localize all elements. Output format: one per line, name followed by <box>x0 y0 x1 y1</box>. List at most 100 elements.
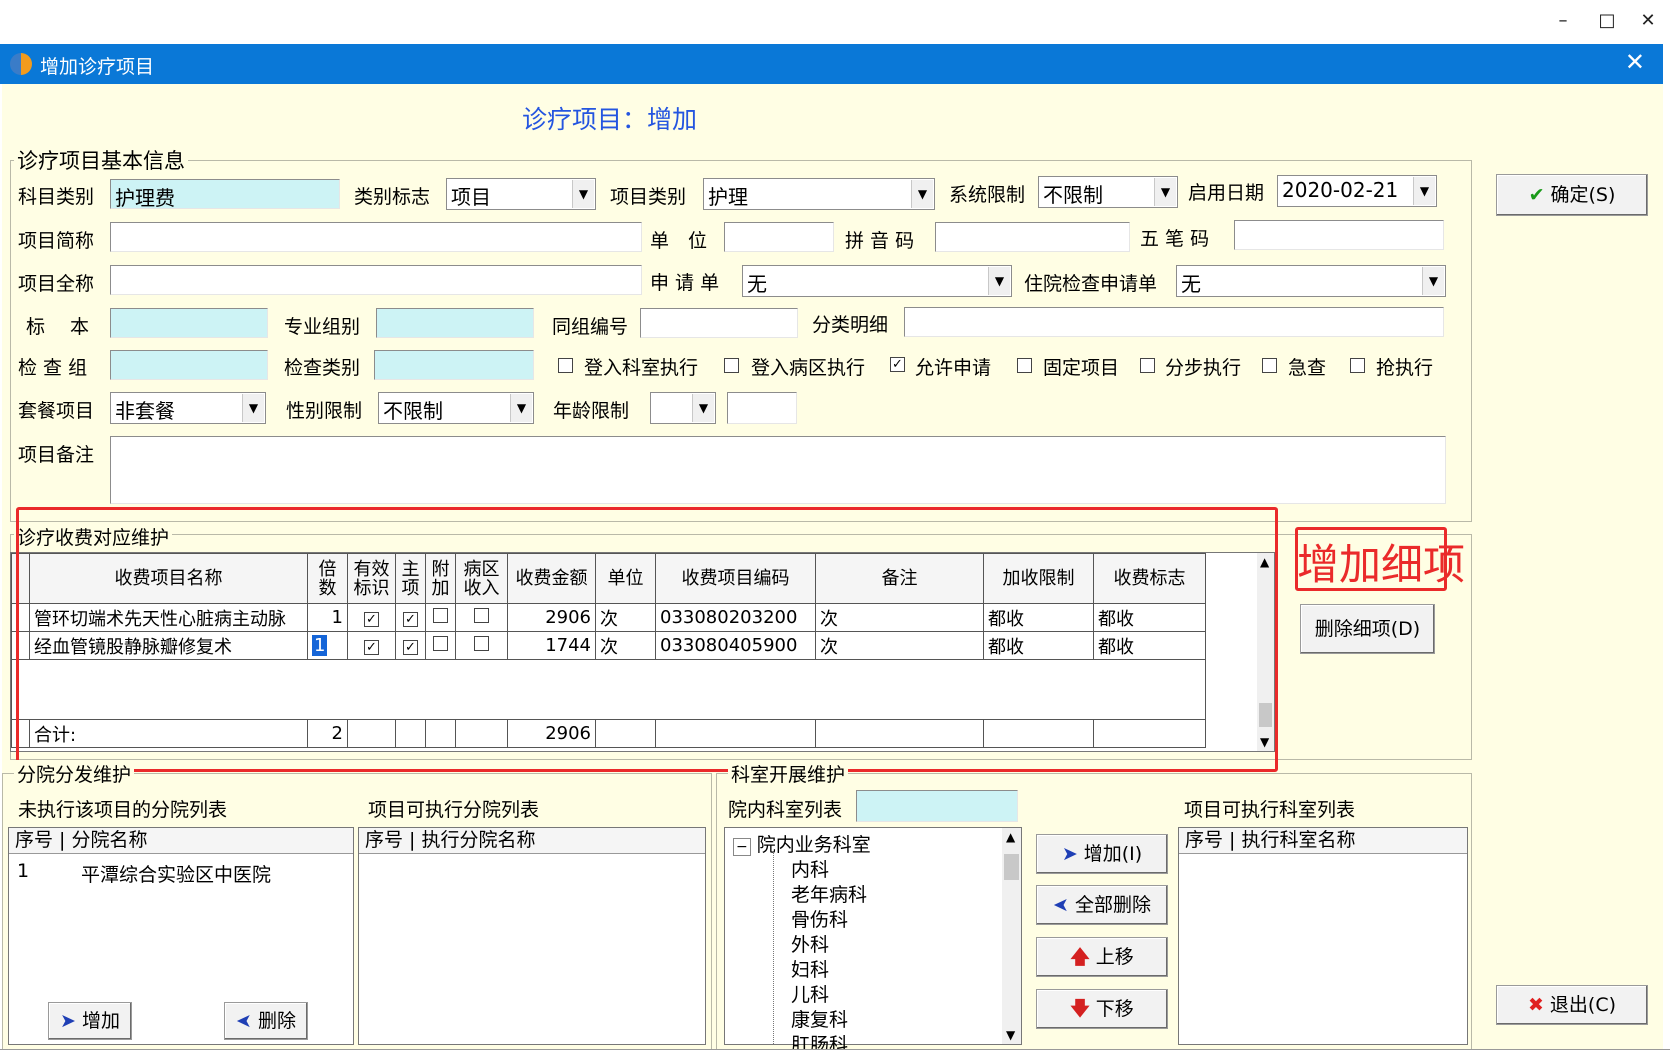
chevron-down-icon: ▼ <box>572 180 594 208</box>
specialty-group-field[interactable] <box>376 308 534 338</box>
chevron-down-icon: ▼ <box>988 267 1010 295</box>
arrow-left-icon: ➤ <box>236 1010 252 1032</box>
system-limit-select[interactable]: 不限制 ▼ <box>1038 176 1178 208</box>
age-limit-select[interactable]: ▼ <box>650 392 716 424</box>
branch-delete-button[interactable]: ➤ 删除 <box>224 1002 308 1040</box>
checkmark-icon: ✔ <box>1528 184 1545 206</box>
collapse-icon[interactable]: − <box>733 838 751 856</box>
dept-tree-scrollbar[interactable]: ▲ ▼ <box>1002 828 1021 1044</box>
list-header-name: 分院名称 <box>71 829 148 851</box>
list-item-name[interactable]: 平潭综合实验区中医院 <box>81 860 271 887</box>
age-limit-label: 年龄限制 <box>553 400 630 422</box>
list-header-name: 执行科室名称 <box>1241 829 1356 851</box>
chevron-down-icon: ▼ <box>1422 267 1444 295</box>
dept-search-input[interactable] <box>856 790 1018 822</box>
checkbox-label: 抢执行 <box>1376 357 1434 379</box>
pinyin-field[interactable] <box>935 222 1130 252</box>
page-heading: 诊疗项目：增加 <box>522 105 698 134</box>
inpatient-request-value: 无 <box>1181 272 1201 296</box>
tree-item[interactable]: 儿科 <box>791 980 829 1007</box>
tree-item[interactable]: 外科 <box>791 930 829 957</box>
dept-move-up-button[interactable]: 🡅 上移 <box>1036 937 1168 977</box>
minimize-icon[interactable]: – <box>1543 6 1583 36</box>
ok-button[interactable]: ✔ 确定(S) <box>1496 174 1648 216</box>
dept-delete-all-button[interactable]: ➤ 全部删除 <box>1036 885 1168 925</box>
item-type-value: 护理 <box>708 185 748 209</box>
inpatient-request-select[interactable]: 无 ▼ <box>1176 265 1446 297</box>
scroll-up-icon[interactable]: ▲ <box>1006 830 1015 844</box>
annotation-highlight-box <box>16 507 1278 772</box>
list-header: 序号 | 执行分院名称 <box>359 828 705 854</box>
checkbox-step-exec[interactable] <box>1140 358 1155 373</box>
dept-delete-all-label: 全部删除 <box>1074 894 1151 916</box>
exam-type-field[interactable] <box>374 350 534 380</box>
scroll-down-icon[interactable]: ▼ <box>1006 1028 1015 1042</box>
branch-add-button[interactable]: ➤ 增加 <box>48 1002 132 1040</box>
tree-root[interactable]: − 院内业务科室 <box>733 830 871 857</box>
checkbox-rush-exec[interactable] <box>1350 358 1365 373</box>
subject-category-label: 科目类别 <box>18 186 95 208</box>
chevron-down-icon: ▼ <box>1413 177 1435 205</box>
dept-add-button[interactable]: ➤ 增加(I) <box>1036 834 1168 874</box>
tree-item[interactable]: 妇科 <box>791 955 829 982</box>
dept-add-label: 增加(I) <box>1083 843 1143 865</box>
age-limit-extra-field[interactable] <box>727 392 797 424</box>
tree-item[interactable]: 康复科 <box>791 1005 848 1032</box>
exam-group-field[interactable] <box>110 350 268 380</box>
enable-date-picker[interactable]: 2020-02-21 ▼ <box>1277 175 1437 207</box>
request-form-select[interactable]: 无 ▼ <box>742 265 1012 297</box>
exec-dept-list[interactable]: 序号 | 执行科室名称 <box>1178 827 1468 1045</box>
specimen-field[interactable] <box>110 308 268 338</box>
list-header-no: 序号 <box>365 829 404 851</box>
exec-branch-list[interactable]: 序号 | 执行分院名称 <box>358 827 706 1045</box>
checkbox-label: 固定项目 <box>1043 357 1120 379</box>
checkbox-login-dept[interactable] <box>558 358 573 373</box>
same-group-no-label: 同组编号 <box>552 316 629 338</box>
unit-field[interactable] <box>724 222 834 252</box>
short-name-field[interactable] <box>110 222 642 252</box>
full-name-label: 项目全称 <box>18 273 95 295</box>
list-item-no[interactable]: 1 <box>17 860 29 882</box>
subject-category-field[interactable]: 护理费 <box>110 179 340 209</box>
inpatient-request-label: 住院检查申请单 <box>1024 273 1158 295</box>
request-form-label: 申 请 单 <box>650 272 720 294</box>
class-detail-field[interactable] <box>904 307 1444 337</box>
item-type-select[interactable]: 护理 ▼ <box>703 178 935 210</box>
tree-item[interactable]: 骨伤科 <box>791 905 848 932</box>
checkbox-fixed-item[interactable] <box>1017 358 1032 373</box>
chevron-down-icon: ▼ <box>1154 178 1176 206</box>
dept-move-down-button[interactable]: 🡇 下移 <box>1036 989 1168 1029</box>
package-select[interactable]: 非套餐 ▼ <box>110 392 266 424</box>
ok-button-label: 确定(S) <box>1550 184 1616 206</box>
system-limit-value: 不限制 <box>1043 183 1103 207</box>
window-close-icon[interactable]: ✕ <box>1628 6 1668 36</box>
checkbox-urgent[interactable] <box>1262 358 1277 373</box>
branch-add-label: 增加 <box>81 1010 120 1032</box>
exam-group-label: 检 查 组 <box>18 357 88 379</box>
dialog-titlebar: 增加诊疗项目 ✕ <box>0 44 1663 84</box>
remark-textarea[interactable] <box>110 436 1446 504</box>
tree-item[interactable]: 内科 <box>791 855 829 882</box>
gender-limit-select[interactable]: 不限制 ▼ <box>378 392 534 424</box>
maximize-icon[interactable]: □ <box>1587 6 1627 36</box>
arrow-right-icon: ➤ <box>60 1010 76 1032</box>
category-flag-select[interactable]: 项目 ▼ <box>446 178 596 210</box>
checkbox-allow-request[interactable]: ✓ <box>890 357 905 372</box>
tree-item[interactable]: 老年病科 <box>791 880 867 907</box>
exit-button-label: 退出(C) <box>1549 994 1616 1016</box>
dialog-close-icon[interactable]: ✕ <box>1625 48 1645 76</box>
dept-tree[interactable]: − 院内业务科室 内科 老年病科 骨伤科 外科 妇科 儿科 康复科 肛肠科 ▲ … <box>724 827 1022 1056</box>
gender-limit-label: 性别限制 <box>286 400 363 422</box>
same-group-no-field[interactable] <box>640 308 798 338</box>
basic-info-title: 诊疗项目基本信息 <box>14 145 188 175</box>
checkbox-login-ward[interactable] <box>724 358 739 373</box>
wubi-field[interactable] <box>1234 220 1444 250</box>
category-flag-label: 类别标志 <box>354 186 431 208</box>
checkbox-label: 急查 <box>1288 357 1327 379</box>
chevron-down-icon: ▼ <box>911 180 933 208</box>
x-icon: ✖ <box>1527 994 1544 1016</box>
exit-button[interactable]: ✖ 退出(C) <box>1496 985 1648 1025</box>
delete-detail-button[interactable]: 删除细项(D) <box>1300 604 1435 654</box>
full-name-field[interactable] <box>110 265 642 295</box>
scroll-thumb[interactable] <box>1004 854 1019 880</box>
